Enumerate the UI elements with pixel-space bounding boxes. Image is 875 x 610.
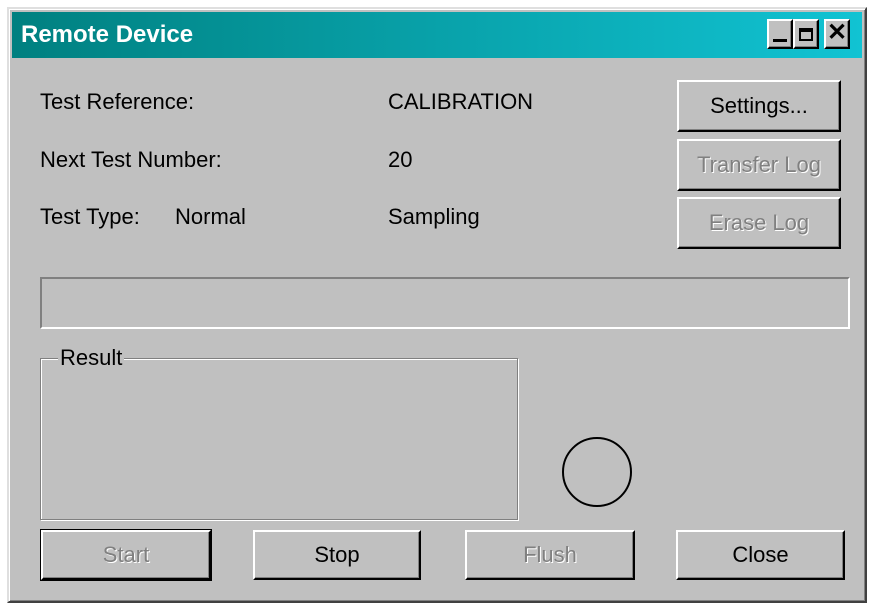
maximize-icon: [799, 27, 813, 41]
erase-log-button[interactable]: Erase Log: [677, 197, 841, 249]
settings-button[interactable]: Settings...: [677, 80, 841, 132]
test-reference-value: CALIBRATION: [388, 89, 534, 114]
result-groupbox: Result: [40, 345, 518, 520]
close-icon: ✕: [826, 19, 848, 46]
close-button[interactable]: Close: [676, 530, 845, 580]
remote-device-window: Remote Device ✕ Test Reference: CALIBRAT…: [7, 7, 867, 603]
close-window-button[interactable]: ✕: [824, 19, 850, 49]
next-test-number-label: Next Test Number:: [40, 147, 222, 172]
sampling-mode-value: Sampling: [388, 204, 480, 229]
flush-button[interactable]: Flush: [465, 530, 635, 580]
minimize-icon: [773, 39, 787, 42]
test-type-value: Normal: [175, 204, 246, 229]
window-title: Remote Device: [21, 21, 194, 48]
stop-button[interactable]: Stop: [253, 530, 421, 580]
next-test-number-value: 20: [388, 147, 413, 172]
result-group-label: Result: [58, 345, 125, 371]
maximize-button[interactable]: [793, 19, 819, 49]
status-indicator-circle: [562, 437, 632, 507]
test-reference-label: Test Reference:: [40, 89, 195, 114]
progress-bar: [40, 277, 850, 329]
test-type-label: Test Type:: [40, 204, 140, 229]
minimize-button[interactable]: [767, 19, 793, 49]
title-bar[interactable]: Remote Device ✕: [12, 12, 862, 58]
transfer-log-button[interactable]: Transfer Log: [677, 139, 841, 191]
start-button[interactable]: Start: [40, 529, 212, 581]
